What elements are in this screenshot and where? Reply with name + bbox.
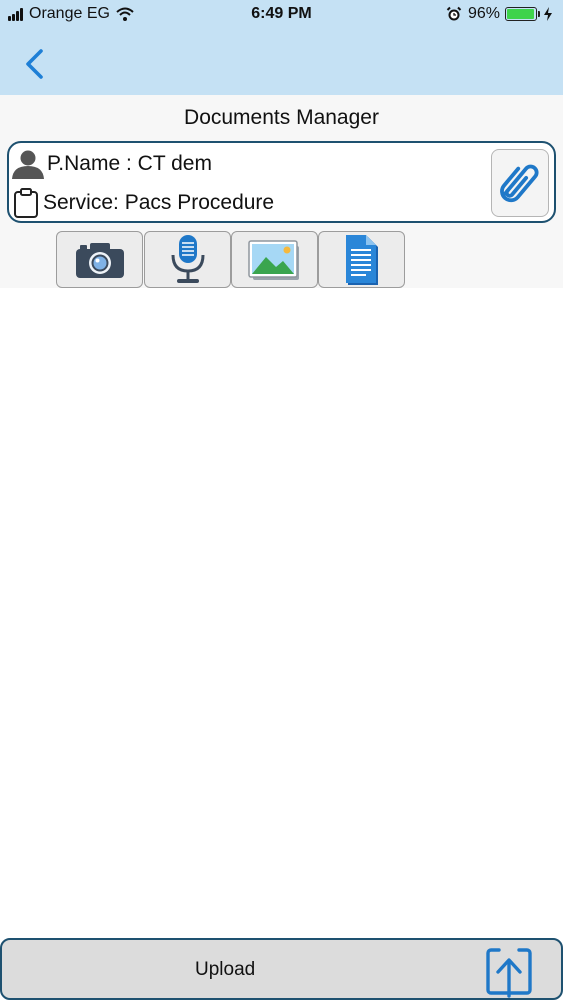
battery-icon [505,7,540,21]
page-title: Documents Manager [184,106,379,129]
camera-icon [75,242,124,278]
patient-name: P.Name : CT dem [47,152,212,175]
camera-button[interactable] [56,231,143,288]
back-button[interactable] [18,46,54,82]
document-button[interactable] [318,231,405,288]
gallery-button[interactable] [231,231,318,288]
service-name: Service: Pacs Procedure [43,191,275,214]
upload-button[interactable]: Upload [0,938,563,1000]
clipboard-icon [14,188,38,218]
microphone-button[interactable] [144,231,231,288]
charging-icon [544,7,552,21]
upload-icon [486,948,532,998]
document-icon [345,234,378,285]
person-icon [12,150,44,179]
upload-label: Upload [195,959,256,980]
chevron-left-icon [26,49,43,79]
attach-button[interactable] [491,149,549,217]
status-right: 96% [446,5,553,23]
patient-name-row: P.Name : CT dem [11,149,212,179]
battery-fill [507,9,534,19]
status-bar: Orange EG 6:49 PM 96% [0,0,563,28]
paperclip-icon [500,164,539,203]
battery-percent: 96% [467,5,500,22]
image-icon [247,239,299,280]
navigation-bar [0,28,563,95]
patient-info-card: P.Name : CT dem Service: Pacs Procedure [7,141,556,223]
alarm-icon [446,6,462,21]
microphone-icon [171,234,204,283]
service-row: Service: Pacs Procedure [11,187,274,219]
